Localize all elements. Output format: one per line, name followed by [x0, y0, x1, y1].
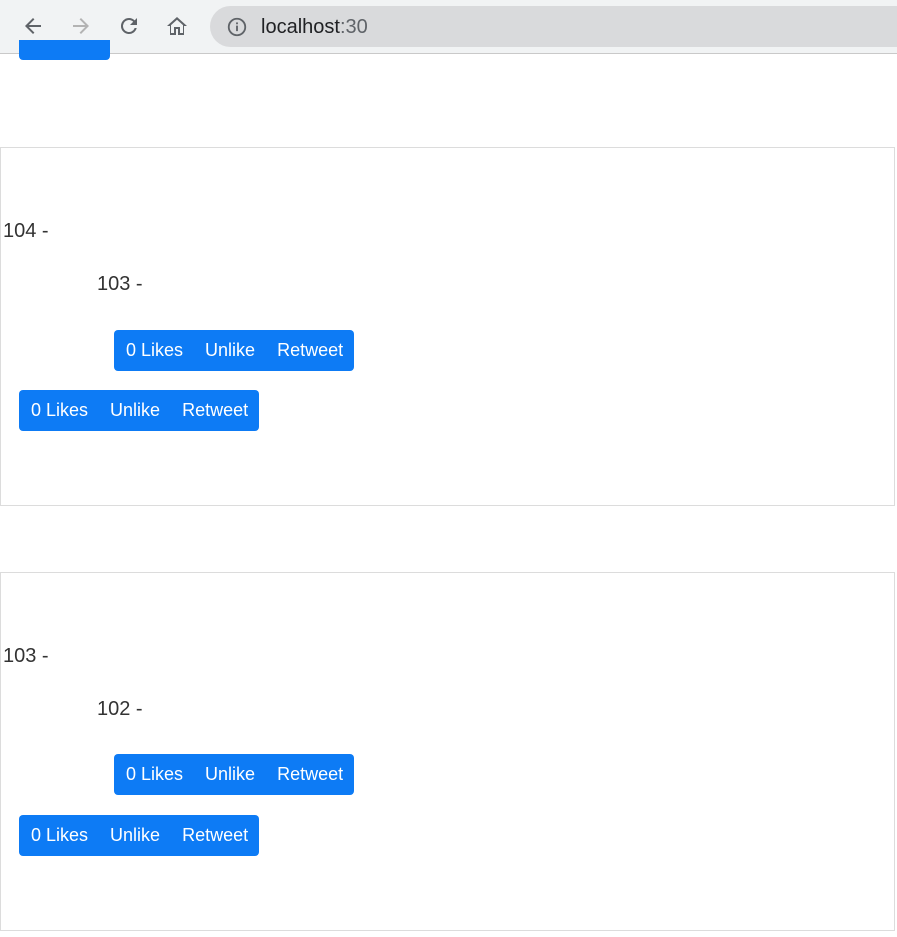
reply-button-group: 0 Likes Unlike Retweet — [114, 754, 355, 795]
arrow-right-icon — [73, 18, 89, 34]
tweet-text: 103 - — [3, 645, 49, 667]
reload-button[interactable] — [114, 11, 144, 41]
home-button[interactable] — [162, 11, 192, 41]
url-port: :30 — [339, 16, 368, 38]
unlike-button[interactable]: Unlike — [99, 815, 171, 856]
likes-button[interactable]: 0 Likes — [19, 390, 99, 431]
unlike-button[interactable]: Unlike — [99, 390, 171, 431]
retweet-button[interactable]: Retweet — [171, 390, 259, 431]
address-bar[interactable]: localhost:30 — [210, 6, 897, 47]
likes-button[interactable]: 0 Likes — [114, 754, 194, 795]
home-icon — [167, 17, 187, 35]
retweet-button[interactable]: Retweet — [266, 330, 354, 371]
retweet-button[interactable]: Retweet — [171, 815, 259, 856]
reply-text: 102 - — [97, 698, 143, 720]
arrow-left-icon — [25, 18, 41, 34]
unlike-button[interactable]: Unlike — [194, 754, 266, 795]
info-icon[interactable] — [225, 15, 249, 39]
unlike-button[interactable]: Unlike — [194, 330, 266, 371]
tweet-text: 104 - — [3, 220, 49, 242]
reply-text: 103 - — [97, 273, 143, 295]
reply-button-group: 0 Likes Unlike Retweet — [114, 330, 355, 371]
tweet-button-group: 0 Likes Unlike Retweet — [19, 815, 260, 856]
tweet-card: 103 - 102 - 0 Likes Unlike Retweet 0 Lik… — [0, 572, 895, 931]
back-button[interactable] — [18, 11, 48, 41]
tweet-card: 104 - 103 - 0 Likes Unlike Retweet 0 Lik… — [0, 147, 895, 506]
url-host: localhost — [261, 16, 340, 38]
retweet-button[interactable]: Retweet — [266, 754, 354, 795]
reload-icon — [120, 17, 137, 34]
url-text: localhost:30 — [261, 16, 368, 38]
browser-toolbar: localhost:30 — [0, 0, 897, 54]
tweet-button-group: 0 Likes Unlike Retweet — [19, 390, 260, 431]
likes-button[interactable]: 0 Likes — [114, 330, 194, 371]
partial-button[interactable] — [19, 40, 110, 60]
likes-button[interactable]: 0 Likes — [19, 815, 99, 856]
forward-button[interactable] — [66, 11, 96, 41]
